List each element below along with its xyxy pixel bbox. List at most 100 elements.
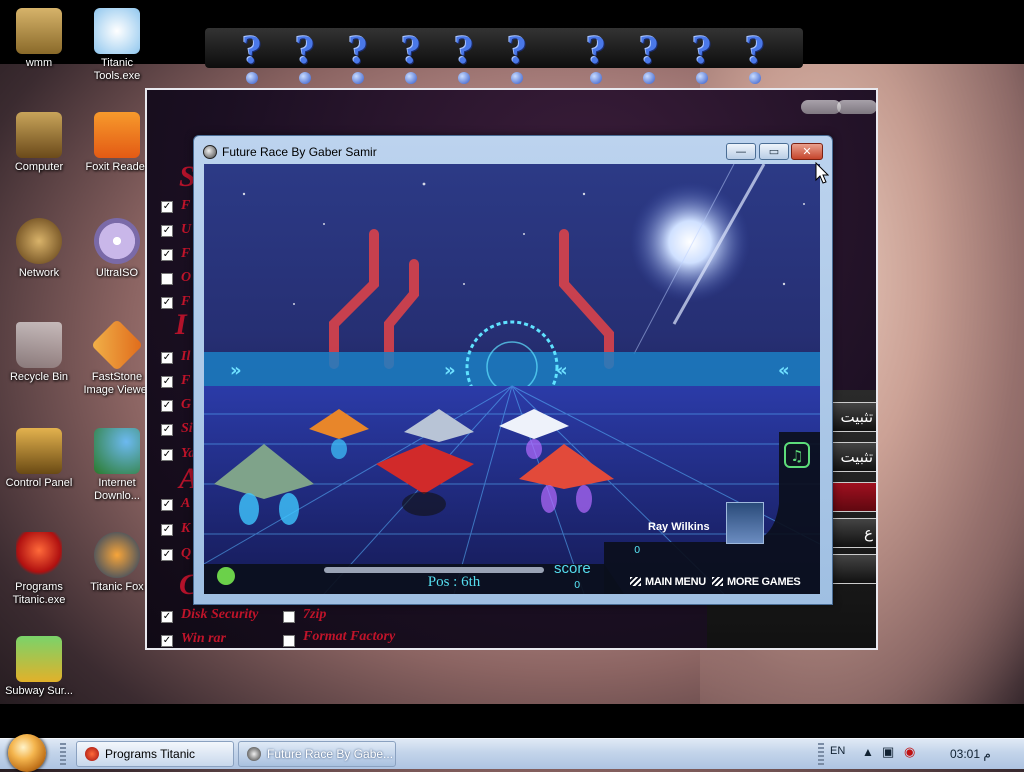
language-indicator[interactable]: EN	[830, 745, 845, 757]
taskbar-item-programs-titanic[interactable]: Programs Titanic	[76, 741, 234, 767]
question-mark-icon[interactable]: ?	[632, 30, 666, 84]
programs-icon	[16, 532, 62, 578]
start-button[interactable]	[8, 734, 46, 772]
stripe-icon	[630, 577, 641, 586]
network-icon	[16, 218, 62, 264]
pdf-icon	[94, 112, 140, 158]
taskbar-grip	[60, 743, 66, 765]
download-manager-icon	[94, 428, 140, 474]
game-canvas[interactable]: »» «« ♫ Ray Wilkins 0 Pos: 6th score 0 …	[204, 164, 820, 594]
disk-security-checkbox[interactable]: ✓	[161, 611, 173, 623]
recycle-bin-icon	[16, 322, 62, 368]
program-checkbox[interactable]: ✓	[161, 524, 173, 536]
browser-icon	[94, 532, 140, 578]
score-label: score	[554, 560, 591, 577]
program-item: U	[181, 222, 192, 237]
format-factory-label: Format Factory	[303, 629, 396, 644]
computer-icon	[16, 112, 62, 158]
7zip-label: 7zip	[303, 607, 327, 622]
desktop-icon-programs-titanic[interactable]: Programs Titanic.exe	[0, 532, 78, 607]
program-item: Il	[181, 349, 191, 364]
volume-tray-icon[interactable]: ◉	[904, 744, 915, 760]
program-item: O	[181, 270, 192, 285]
question-mark-icon[interactable]: ?	[341, 30, 375, 84]
desktop-icon-subway-surfers[interactable]: Subway Sur...	[0, 636, 78, 698]
bug-icon	[217, 567, 235, 585]
titanic-close-button[interactable]	[837, 100, 876, 114]
program-item: Q	[181, 546, 192, 561]
win-rar-label: Win rar	[181, 631, 227, 646]
desktop-icon-titanic-tools[interactable]: Titanic Tools.exe	[78, 8, 156, 83]
program-item: K	[181, 521, 191, 536]
tray-grip	[818, 743, 824, 765]
question-mark-icon[interactable]: ?	[579, 30, 613, 84]
question-mark-icon[interactable]: ?	[738, 30, 772, 84]
desktop-icon-recycle-bin[interactable]: Recycle Bin	[0, 322, 78, 384]
program-checkbox[interactable]: ✓	[161, 449, 173, 461]
show-hidden-icons-icon[interactable]: ▲	[862, 745, 874, 759]
program-checkbox[interactable]: ✓	[161, 249, 173, 261]
stripe-icon	[712, 577, 723, 586]
question-mark-icon[interactable]: ?	[394, 30, 428, 84]
question-mark-icon[interactable]: ?	[288, 30, 322, 84]
opponent-value: 0	[634, 545, 641, 556]
taskbar-item-future-race[interactable]: Future Race By Gabe...	[238, 741, 396, 767]
program-item: F	[181, 246, 191, 261]
side-button-red[interactable]	[832, 482, 876, 512]
install-button-2[interactable]: تثبيت	[832, 442, 876, 472]
opponent-avatar	[726, 502, 764, 544]
app-icon	[247, 747, 261, 761]
install-button[interactable]: تثبيت	[832, 402, 876, 432]
question-mark-icon[interactable]: ?	[447, 30, 481, 84]
app-icon	[203, 145, 217, 159]
main-menu-link[interactable]: MAIN MENU	[630, 576, 706, 588]
question-mark-icon[interactable]: ?	[235, 30, 269, 84]
program-checkbox[interactable]: ✓	[161, 424, 173, 436]
question-mark-icon[interactable]: ?	[500, 30, 534, 84]
program-checkbox[interactable]: ✓	[161, 201, 173, 213]
program-item: G	[181, 397, 192, 412]
future-race-window: Future Race By Gaber Samir — ▭ ✕ » » « «…	[193, 135, 833, 605]
close-button[interactable]: ✕	[791, 143, 823, 160]
svg-text:«: «	[778, 360, 790, 381]
program-checkbox[interactable]: ✓	[161, 549, 173, 561]
minimize-button[interactable]: —	[726, 143, 756, 160]
window-title: Future Race By Gaber Samir	[222, 145, 377, 159]
format-factory-checkbox[interactable]	[283, 635, 295, 647]
side-button-blank[interactable]	[832, 554, 876, 584]
disc-icon	[94, 218, 140, 264]
program-checkbox[interactable]: ✓	[161, 225, 173, 237]
program-checkbox[interactable]	[161, 273, 173, 285]
program-checkbox[interactable]: ✓	[161, 352, 173, 364]
side-button-ar[interactable]: ع	[832, 518, 876, 548]
clock[interactable]: 03:01 م	[950, 747, 991, 761]
svg-text:»: »	[230, 360, 242, 381]
control-panel-icon	[16, 428, 62, 474]
taskbar: Programs Titanic Future Race By Gabe... …	[0, 734, 1024, 772]
titanic-minimize-button[interactable]	[801, 100, 841, 114]
program-checkbox[interactable]: ✓	[161, 499, 173, 511]
game-icon	[16, 636, 62, 682]
desktop-icon-control-panel[interactable]: Control Panel	[0, 428, 78, 490]
network-tray-icon[interactable]: ▣	[882, 744, 894, 760]
maximize-button[interactable]: ▭	[759, 143, 789, 160]
program-checkbox[interactable]: ✓	[161, 400, 173, 412]
music-toggle-icon[interactable]: ♫	[784, 442, 810, 468]
program-item: F	[181, 294, 191, 309]
more-games-link[interactable]: MORE GAMES	[712, 576, 801, 588]
desktop-icon-wmm[interactable]: wmm	[0, 8, 78, 70]
7zip-checkbox[interactable]	[283, 611, 295, 623]
program-checkbox[interactable]: ✓	[161, 297, 173, 309]
track-banner	[204, 352, 820, 386]
programs-icon	[85, 747, 99, 761]
question-mark-icon[interactable]: ?	[685, 30, 719, 84]
user-folder-icon	[16, 8, 62, 54]
score-value: 0	[574, 580, 581, 591]
program-checkbox[interactable]: ✓	[161, 376, 173, 388]
race-progress-bar	[324, 567, 544, 573]
desktop-icon-computer[interactable]: Computer	[0, 112, 78, 174]
win-rar-checkbox[interactable]: ✓	[161, 635, 173, 647]
opponent-name: Ray Wilkins	[648, 521, 710, 533]
desktop-icon-network[interactable]: Network	[0, 218, 78, 280]
race-position: Pos : 6th	[427, 574, 481, 590]
